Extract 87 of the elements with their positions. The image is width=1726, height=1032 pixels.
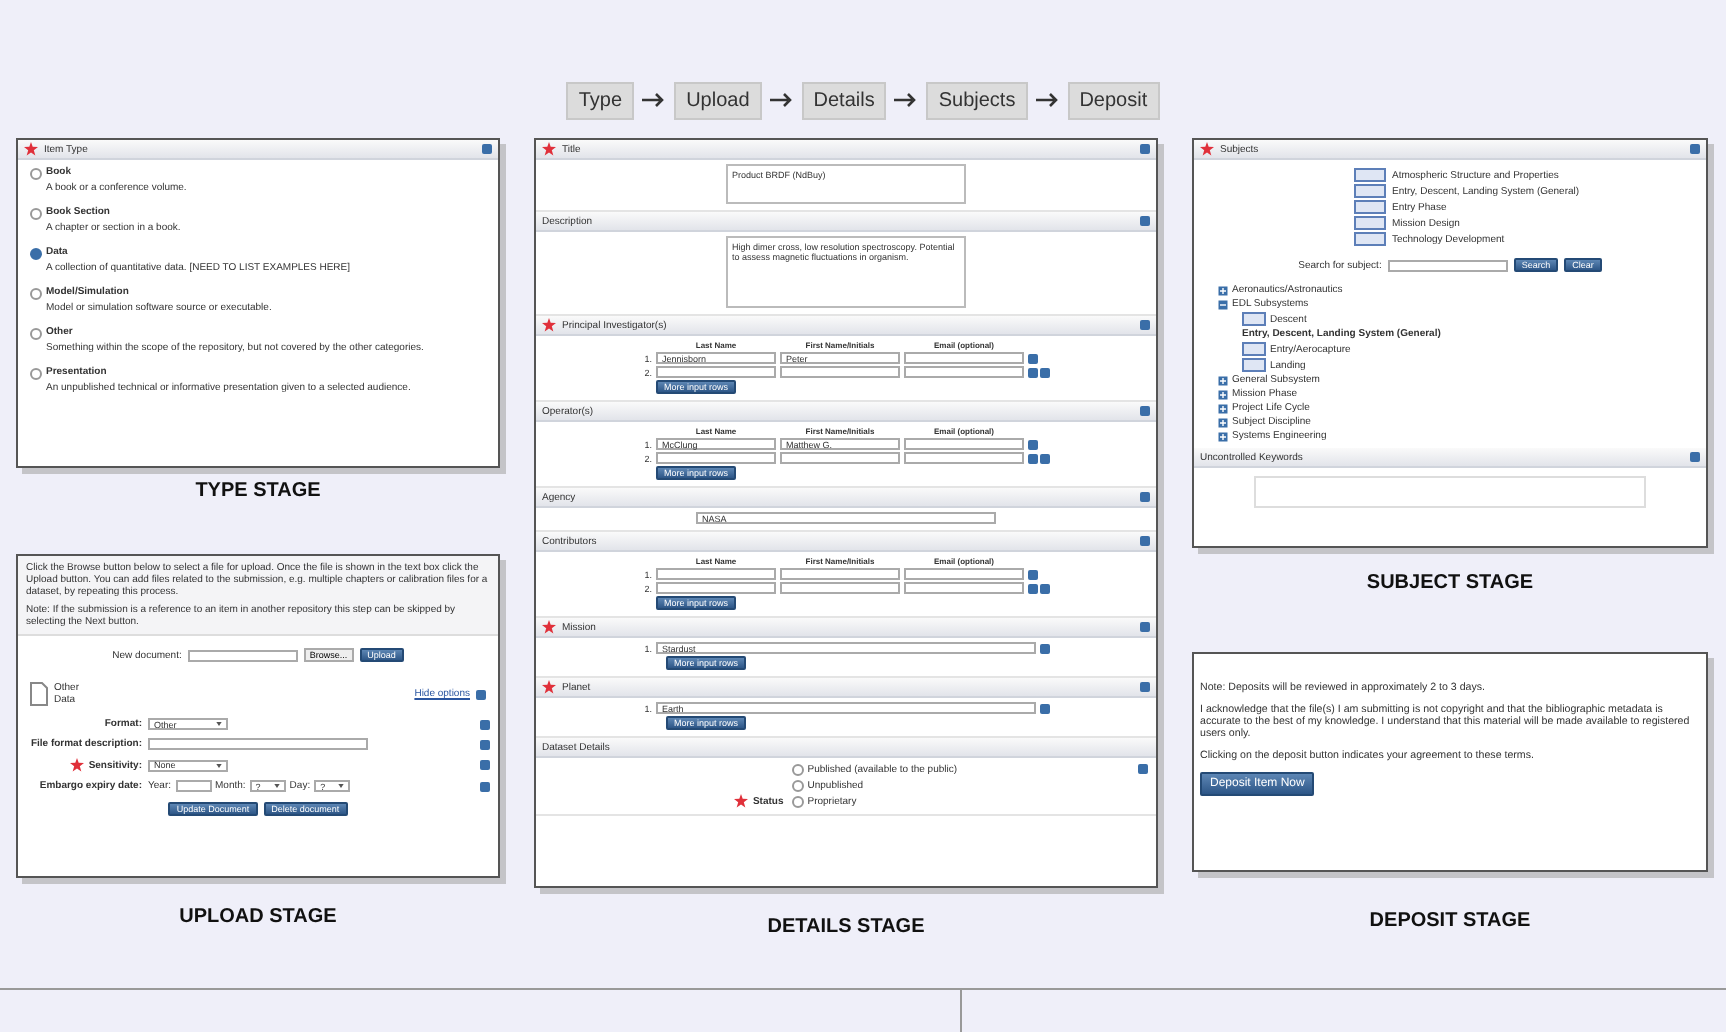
required-star-icon: [542, 142, 556, 156]
input-field[interactable]: [656, 366, 776, 378]
input-field[interactable]: [904, 352, 1024, 364]
help-icon[interactable]: [482, 144, 492, 154]
help-icon[interactable]: [1140, 492, 1150, 502]
input-field[interactable]: [780, 366, 900, 378]
caret-icon: [338, 784, 345, 788]
help-icon[interactable]: [1140, 536, 1150, 546]
help-icon[interactable]: [1140, 622, 1150, 632]
step-label[interactable]: Upload: [674, 81, 762, 119]
radio-button[interactable]: [30, 288, 42, 300]
remove-button[interactable]: [1354, 200, 1386, 214]
stage-caption: DEPOSIT STAGE: [1367, 910, 1533, 932]
caret-icon: [216, 722, 222, 726]
file-input-field[interactable]: [187, 649, 298, 661]
input-field[interactable]: [904, 568, 1024, 580]
arrow-icon: [642, 92, 667, 108]
help-icon[interactable]: [480, 760, 490, 770]
radio-button[interactable]: [791, 764, 804, 776]
collapse-icon[interactable]: [1218, 299, 1228, 309]
radio-button[interactable]: [30, 248, 42, 260]
add-button[interactable]: [1242, 358, 1266, 372]
document-icon: [30, 682, 48, 706]
add-button[interactable]: [1242, 342, 1266, 356]
radio-button[interactable]: [30, 208, 42, 220]
help-icon[interactable]: [1140, 216, 1150, 226]
required-star-icon: [734, 794, 749, 808]
input-field[interactable]: [904, 452, 1024, 464]
radio-button[interactable]: [30, 168, 42, 180]
expand-icon[interactable]: [1218, 375, 1228, 385]
input-field[interactable]: [780, 582, 900, 594]
radio-button[interactable]: [791, 780, 804, 792]
caret-icon: [216, 763, 222, 767]
expand-icon[interactable]: [1218, 431, 1228, 441]
input-field[interactable]: [656, 568, 776, 580]
required-star-icon: [542, 318, 556, 332]
input-field[interactable]: [656, 452, 776, 464]
expand-icon[interactable]: [1218, 389, 1228, 399]
expand-icon[interactable]: [1218, 403, 1228, 413]
expand-icon[interactable]: [1218, 285, 1228, 295]
input-field[interactable]: [904, 582, 1024, 594]
remove-button[interactable]: [1354, 184, 1386, 198]
step-label[interactable]: Subjects: [926, 81, 1028, 119]
help-icon[interactable]: [1140, 406, 1150, 416]
input-field[interactable]: [148, 738, 368, 750]
input-field[interactable]: [904, 366, 1024, 378]
input-field[interactable]: [904, 438, 1024, 450]
input-field[interactable]: [175, 780, 211, 792]
keywords-field[interactable]: [1254, 476, 1646, 508]
caret-icon: [273, 784, 280, 788]
remove-button[interactable]: [1354, 232, 1386, 246]
search-field[interactable]: [1387, 259, 1508, 271]
help-icon[interactable]: [1040, 703, 1050, 713]
step-label[interactable]: Deposit: [1067, 81, 1160, 119]
help-icon[interactable]: [1138, 764, 1148, 774]
arrow-icon: [769, 92, 794, 108]
input-field[interactable]: [656, 582, 776, 594]
add-button[interactable]: [1242, 312, 1266, 326]
step-label[interactable]: Details: [801, 81, 887, 119]
arrow-icon: [1035, 92, 1060, 108]
help-icon[interactable]: [1690, 452, 1700, 462]
help-icon[interactable]: [480, 781, 490, 791]
radio-button[interactable]: [791, 796, 804, 808]
remove-button[interactable]: [1354, 168, 1386, 182]
help-icon[interactable]: [1140, 682, 1150, 692]
help-icon[interactable]: [476, 689, 486, 699]
required-star-icon: [542, 680, 556, 694]
input-field[interactable]: [780, 568, 900, 580]
stage-caption: SUBJECT STAGE: [1364, 572, 1536, 594]
help-icon[interactable]: [1140, 144, 1150, 154]
required-star-icon: [1200, 142, 1214, 156]
help-icon[interactable]: [1140, 320, 1150, 330]
radio-button[interactable]: [30, 368, 42, 380]
arrow-icon: [894, 92, 919, 108]
stage-caption: TYPE STAGE: [193, 480, 323, 502]
help-icon[interactable]: [1690, 144, 1700, 154]
input-field[interactable]: [780, 452, 900, 464]
stage-caption: UPLOAD STAGE: [177, 906, 339, 928]
help-icon[interactable]: [1040, 643, 1050, 653]
required-star-icon: [24, 142, 38, 156]
step-label[interactable]: Type: [566, 81, 635, 119]
remove-button[interactable]: [1354, 216, 1386, 230]
radio-button[interactable]: [30, 328, 42, 340]
expand-icon[interactable]: [1218, 417, 1228, 427]
required-star-icon: [542, 620, 556, 634]
required-star-icon: [70, 758, 85, 772]
stage-caption: DETAILS STAGE: [765, 916, 927, 938]
